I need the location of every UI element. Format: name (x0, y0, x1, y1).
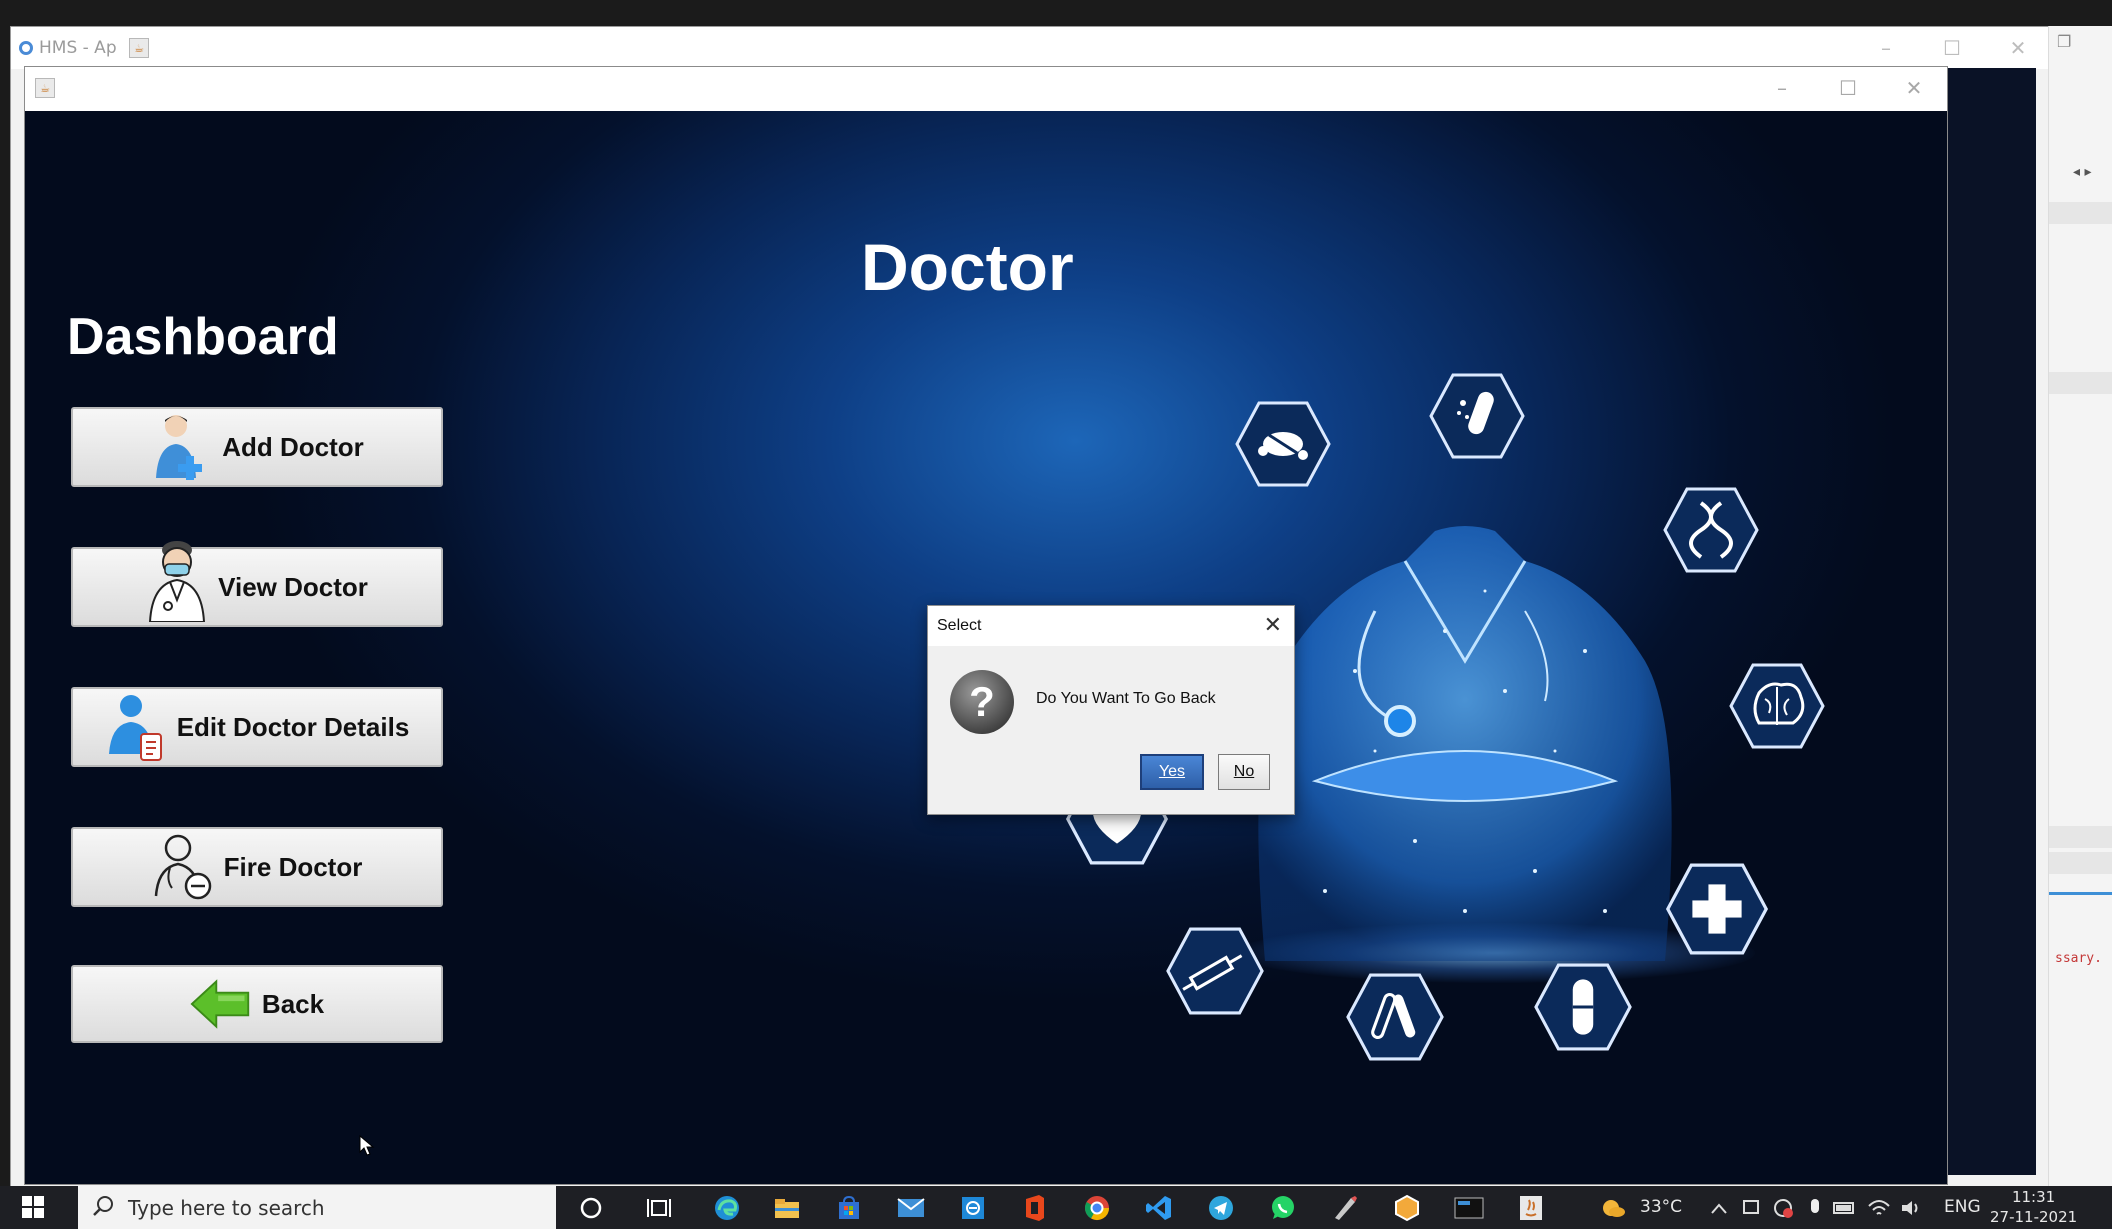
background-window-title: HMS - Ap (19, 38, 123, 58)
add-doctor-label: Add Doctor (222, 431, 364, 462)
background-close-button[interactable]: ✕ (1985, 27, 2051, 69)
taskbar: Type here to search 33°C ENG 11:31 27-11… (0, 1186, 2112, 1229)
medicine-dropper-icon (1429, 373, 1525, 463)
minimize-button[interactable]: – (1749, 67, 1815, 109)
background-editor-panel: ❐ ◂ ▸ ssary. (2048, 26, 2112, 1186)
dialog-title: Select (937, 617, 982, 634)
battery-icon[interactable] (1830, 1194, 1860, 1222)
clock-date: 27-11-2021 (1990, 1208, 2078, 1226)
app-logo-icon (19, 41, 33, 55)
close-button[interactable]: ✕ (1881, 67, 1947, 109)
dialog-close-icon[interactable]: ✕ (1264, 612, 1282, 638)
syringe-icon (1165, 927, 1265, 1019)
speaker-icon[interactable] (1896, 1194, 1926, 1222)
device-icon[interactable] (1736, 1194, 1766, 1222)
scroll-arrows-icon[interactable]: ◂ ▸ (2073, 164, 2092, 180)
background-window-titlebar[interactable]: HMS - Ap ☕ – ☐ ✕ (11, 27, 2051, 69)
search-placeholder: Type here to search (128, 1195, 325, 1220)
dialog-message: Do You Want To Go Back (1036, 690, 1216, 707)
telegram-icon[interactable] (1206, 1194, 1236, 1222)
office-icon[interactable] (1020, 1194, 1050, 1222)
dialog-titlebar[interactable]: Select ✕ (928, 606, 1294, 646)
no-button[interactable]: No (1218, 754, 1270, 790)
dashboard-title: Dashboard (67, 308, 339, 366)
background-minimize-button[interactable]: – (1853, 27, 1919, 69)
add-doctor-button[interactable]: Add Doctor (71, 407, 443, 487)
yes-button[interactable]: Yes (1140, 754, 1204, 790)
chevron-up-icon[interactable] (1704, 1194, 1734, 1222)
vscode-icon[interactable] (1144, 1194, 1174, 1222)
background-dark-area (1946, 68, 2036, 1175)
antivirus-icon[interactable] (1768, 1194, 1798, 1222)
doctor-dashboard-canvas: Doctor Dashboard Add Doctor View Doctor … (25, 111, 1947, 1184)
weather-icon[interactable] (1598, 1194, 1628, 1222)
add-doctor-icon (150, 412, 212, 482)
view-doctor-label: View Doctor (218, 571, 368, 602)
panel-divider (2049, 892, 2112, 895)
fire-doctor-icon (152, 832, 214, 902)
pills-icon (1235, 401, 1331, 491)
mouse-cursor (359, 1134, 375, 1161)
media-player-icon[interactable] (1454, 1194, 1484, 1222)
taskbar-clock[interactable]: 11:31 27-11-2021 (1990, 1187, 2077, 1227)
doctor-window-titlebar[interactable]: ☕ – ☐ ✕ (25, 67, 1947, 111)
task-view-icon[interactable] (644, 1194, 674, 1222)
confirm-dialog: Select ✕ ? Do You Want To Go Back Yes No (927, 605, 1295, 815)
back-arrow-icon (190, 969, 252, 1039)
question-icon: ? (948, 668, 1016, 741)
background-window-title-text: HMS - Ap (39, 38, 117, 58)
whatsapp-icon[interactable] (1268, 1194, 1298, 1222)
panel-strip (2049, 826, 2112, 848)
paint-tool-icon[interactable] (1330, 1194, 1360, 1222)
mail-icon[interactable] (896, 1194, 926, 1222)
code-fragment: ssary. (2055, 951, 2102, 966)
edge-browser-icon[interactable] (712, 1194, 742, 1222)
cortana-icon[interactable] (576, 1194, 606, 1222)
view-doctor-button[interactable]: View Doctor (71, 541, 443, 627)
windows-start-icon[interactable] (22, 1196, 44, 1222)
file-explorer-icon[interactable] (772, 1194, 802, 1222)
weather-temperature[interactable]: 33°C (1640, 1197, 1682, 1217)
restore-icon[interactable]: ❐ (2057, 32, 2071, 51)
back-label: Back (261, 988, 325, 1019)
edit-doctor-details-label: Edit Doctor Details (176, 711, 410, 742)
chrome-icon[interactable] (1082, 1194, 1112, 1222)
store-icon[interactable] (834, 1194, 864, 1222)
java-app-icon[interactable] (1516, 1194, 1546, 1222)
java-icon: ☕ (129, 38, 149, 58)
remote-desktop-icon[interactable] (958, 1194, 988, 1222)
java-icon: ☕ (35, 78, 55, 98)
fire-doctor-button[interactable]: Fire Doctor (71, 827, 443, 907)
background-maximize-button[interactable]: ☐ (1919, 27, 1985, 69)
view-doctor-icon (146, 541, 208, 622)
hexagon-app-icon[interactable] (1392, 1194, 1422, 1222)
taskbar-search-box[interactable]: Type here to search (78, 1186, 556, 1229)
fire-doctor-label: Fire Doctor (223, 851, 363, 882)
yes-label: Yes (1158, 763, 1186, 780)
language-indicator[interactable]: ENG (1944, 1197, 1981, 1217)
dna-icon (1663, 487, 1759, 577)
panel-strip (2049, 202, 2112, 224)
no-label: No (1233, 763, 1255, 780)
edit-doctor-icon (105, 692, 167, 762)
search-icon (92, 1195, 114, 1221)
svg-text:?: ? (969, 678, 995, 725)
back-button[interactable]: Back (71, 965, 443, 1043)
doctor-window: ☕ – ☐ ✕ Doctor Dashboard Add Doctor View… (24, 66, 1948, 1185)
wifi-icon[interactable] (1864, 1194, 1894, 1222)
plus-cross-icon (1665, 863, 1769, 959)
test-tubes-icon (1345, 973, 1445, 1065)
maximize-button[interactable]: ☐ (1815, 67, 1881, 109)
clock-time: 11:31 (2011, 1188, 2056, 1206)
edit-doctor-details-button[interactable]: Edit Doctor Details (71, 687, 443, 767)
capsule-icon (1533, 963, 1633, 1055)
panel-strip (2049, 852, 2112, 874)
page-title: Doctor (861, 230, 1074, 304)
brain-icon (1729, 663, 1825, 753)
panel-strip (2049, 372, 2112, 394)
microphone-icon[interactable] (1800, 1194, 1830, 1222)
